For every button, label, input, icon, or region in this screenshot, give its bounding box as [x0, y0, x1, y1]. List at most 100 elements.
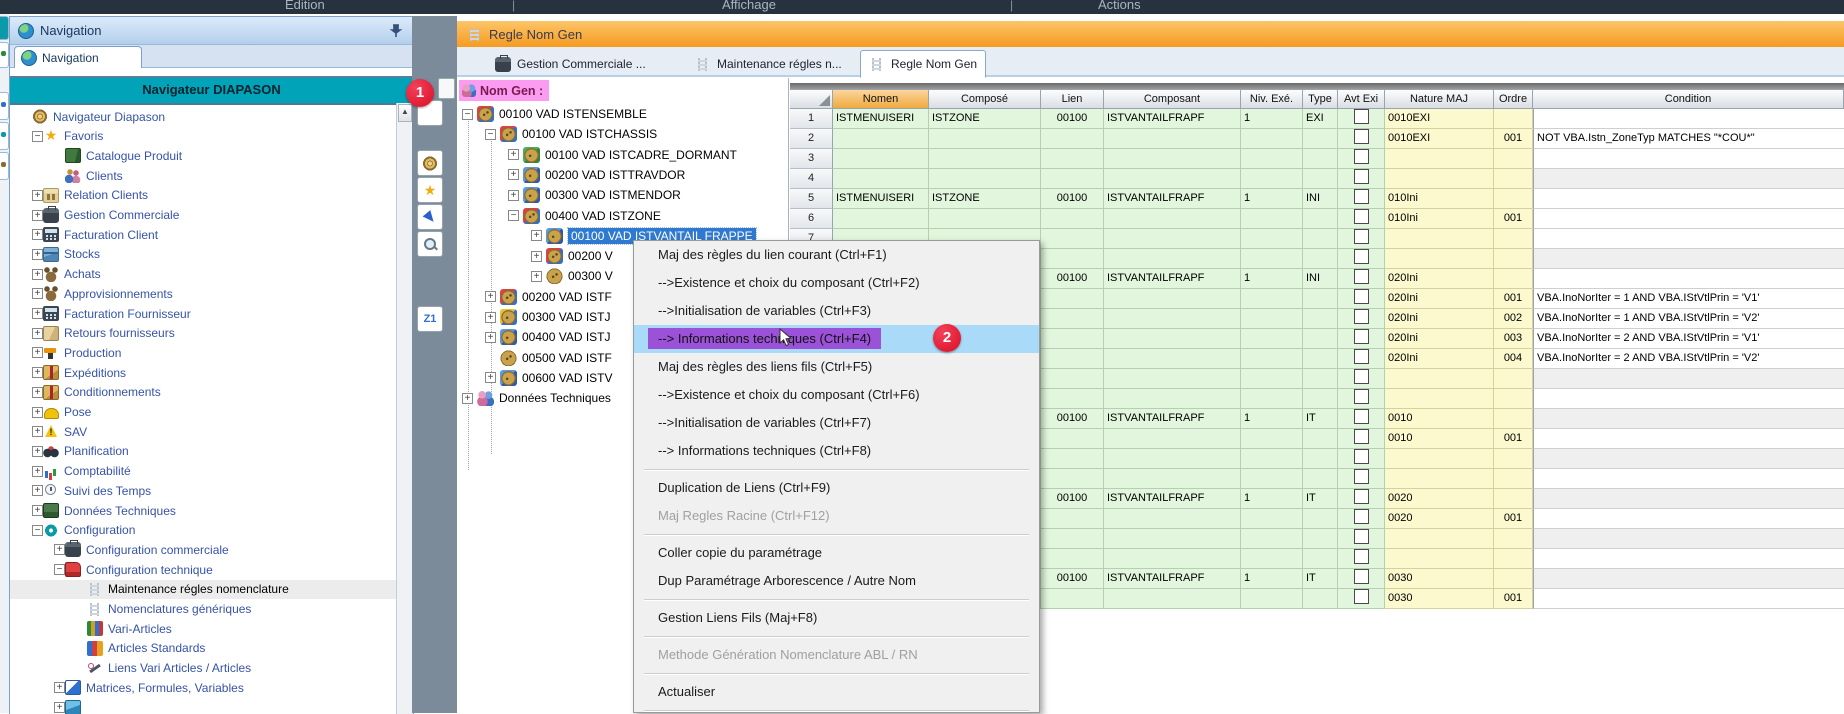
cell-avt[interactable] [1338, 169, 1385, 189]
nomgen-tree-item[interactable]: +00300 VAD ISTMENDOR [508, 185, 681, 205]
cell-composant[interactable] [1104, 349, 1241, 369]
cell-condition[interactable] [1533, 509, 1844, 529]
cell-nature[interactable] [1385, 389, 1494, 409]
cell-type[interactable] [1303, 289, 1338, 309]
sidebar-item[interactable]: +Facturation Fournisseur [10, 304, 396, 323]
cell-composant[interactable]: ISTVANTAILFRAPF [1104, 269, 1241, 289]
edge-tab[interactable] [0, 152, 9, 180]
cell-niv[interactable] [1241, 129, 1303, 149]
expander-plus-icon[interactable]: + [485, 332, 496, 343]
sidebar-item[interactable]: Catalogue Produit [10, 146, 396, 165]
nomgen-tree-item[interactable]: +00200 V [531, 246, 613, 266]
cell-niv[interactable] [1241, 469, 1303, 489]
navigation-tree-scrollbar[interactable]: ▲ [396, 103, 413, 714]
menu-actions[interactable]: Actions [1098, 0, 1141, 12]
cell-composant[interactable] [1104, 229, 1241, 249]
nomgen-tree-item[interactable]: +00400 VAD ISTJ [485, 327, 611, 347]
toolbar-magnifier-icon[interactable] [417, 231, 443, 257]
cell-lien[interactable] [1041, 289, 1104, 309]
cell-ordre[interactable] [1494, 169, 1533, 189]
cell-nature[interactable]: 020Ini [1385, 349, 1494, 369]
cell-avt[interactable] [1338, 549, 1385, 569]
cell-ordre[interactable] [1494, 389, 1533, 409]
expander-plus-icon[interactable]: + [32, 505, 43, 516]
context-menu-item[interactable]: Duplication de Liens (Ctrl+F9) [634, 474, 1039, 502]
sidebar-item[interactable]: +Stocks [10, 245, 396, 264]
nomgen-tree-item[interactable]: +00200 VAD ISTF [485, 287, 612, 307]
cell-lien[interactable]: 00100 [1041, 269, 1104, 289]
nomgen-tree-item[interactable]: +00300 V [531, 266, 613, 286]
nomgen-tree-item[interactable]: +00600 VAD ISTV [485, 368, 613, 388]
cell-nature[interactable] [1385, 249, 1494, 269]
cell-ordre[interactable] [1494, 469, 1533, 489]
cell-condition[interactable] [1533, 229, 1844, 249]
cell-ordre[interactable] [1494, 369, 1533, 389]
sidebar-item[interactable]: +Suivi des Temps [10, 481, 396, 500]
context-menu-item[interactable]: --> Informations techniques (Ctrl+F4) [634, 325, 1039, 353]
cell-avt[interactable] [1338, 369, 1385, 389]
cell-composant[interactable]: ISTVANTAILFRAPF [1104, 409, 1241, 429]
sidebar-item[interactable]: Navigateur Diapason [10, 107, 396, 126]
expander-plus-icon[interactable]: + [508, 149, 519, 160]
cell-condition[interactable] [1533, 389, 1844, 409]
column-header-Ordre[interactable]: Ordre [1494, 89, 1533, 109]
expander-plus-icon[interactable]: + [32, 407, 43, 418]
cell-lien[interactable] [1041, 309, 1104, 329]
cell-type[interactable]: IT [1303, 489, 1338, 509]
cell-lien[interactable] [1041, 469, 1104, 489]
toolbar-wheel-icon[interactable] [417, 150, 443, 176]
edge-tab[interactable] [0, 122, 9, 150]
cell-lien[interactable] [1041, 209, 1104, 229]
expander-plus-icon[interactable]: + [32, 446, 43, 457]
cell-composant[interactable]: ISTVANTAILFRAPF [1104, 189, 1241, 209]
cell-composant[interactable] [1104, 589, 1241, 609]
cell-lien[interactable] [1041, 389, 1104, 409]
sidebar-item[interactable]: Vari-Articles [10, 619, 396, 638]
cell-type[interactable] [1303, 389, 1338, 409]
sidebar-item[interactable]: +Pose [10, 403, 396, 422]
toolbar-star-icon[interactable]: ★ [417, 177, 443, 203]
checkbox-avt-exi[interactable] [1354, 109, 1369, 124]
sidebar-item[interactable]: +SAV [10, 422, 396, 441]
checkbox-avt-exi[interactable] [1354, 249, 1369, 264]
cell-lien[interactable]: 00100 [1041, 489, 1104, 509]
expander-plus-icon[interactable]: + [531, 251, 542, 262]
cell-ordre[interactable] [1494, 189, 1533, 209]
cell-avt[interactable] [1338, 449, 1385, 469]
sidebar-item[interactable]: +Expéditions [10, 363, 396, 382]
cell-nomen[interactable] [833, 129, 929, 149]
cell-niv[interactable]: 1 [1241, 109, 1303, 129]
column-header-Condition[interactable]: Condition [1533, 89, 1844, 109]
cell-niv[interactable]: 1 [1241, 489, 1303, 509]
menu-affichage[interactable]: Affichage [722, 0, 776, 12]
cell-avt[interactable] [1338, 269, 1385, 289]
expander-minus-icon[interactable]: − [462, 109, 473, 120]
cell-niv[interactable] [1241, 389, 1303, 409]
cell-composant[interactable] [1104, 249, 1241, 269]
sidebar-item[interactable]: +Configuration commerciale [10, 540, 396, 559]
cell-type[interactable]: INI [1303, 269, 1338, 289]
cell-compose[interactable]: ISTZONE [929, 189, 1041, 209]
cell-lien[interactable] [1041, 129, 1104, 149]
cell-nature[interactable]: 0020 [1385, 509, 1494, 529]
row-number[interactable]: 6 [790, 209, 833, 229]
column-header-Lien[interactable]: Lien [1041, 89, 1104, 109]
row-number[interactable]: 1 [790, 109, 833, 129]
cell-composant[interactable] [1104, 289, 1241, 309]
cell-niv[interactable] [1241, 329, 1303, 349]
cell-compose[interactable]: ISTZONE [929, 109, 1041, 129]
cell-composant[interactable] [1104, 549, 1241, 569]
cell-type[interactable] [1303, 549, 1338, 569]
cell-nature[interactable] [1385, 529, 1494, 549]
cell-composant[interactable] [1104, 129, 1241, 149]
cell-nature[interactable]: 020Ini [1385, 269, 1494, 289]
cell-nature[interactable]: 0010 [1385, 429, 1494, 449]
cell-lien[interactable] [1041, 249, 1104, 269]
cell-niv[interactable]: 1 [1241, 409, 1303, 429]
cell-condition[interactable] [1533, 169, 1844, 189]
expander-plus-icon[interactable]: + [32, 269, 43, 280]
cell-niv[interactable] [1241, 249, 1303, 269]
cell-niv[interactable]: 1 [1241, 189, 1303, 209]
cell-condition[interactable] [1533, 449, 1844, 469]
expander-plus-icon[interactable]: + [485, 372, 496, 383]
